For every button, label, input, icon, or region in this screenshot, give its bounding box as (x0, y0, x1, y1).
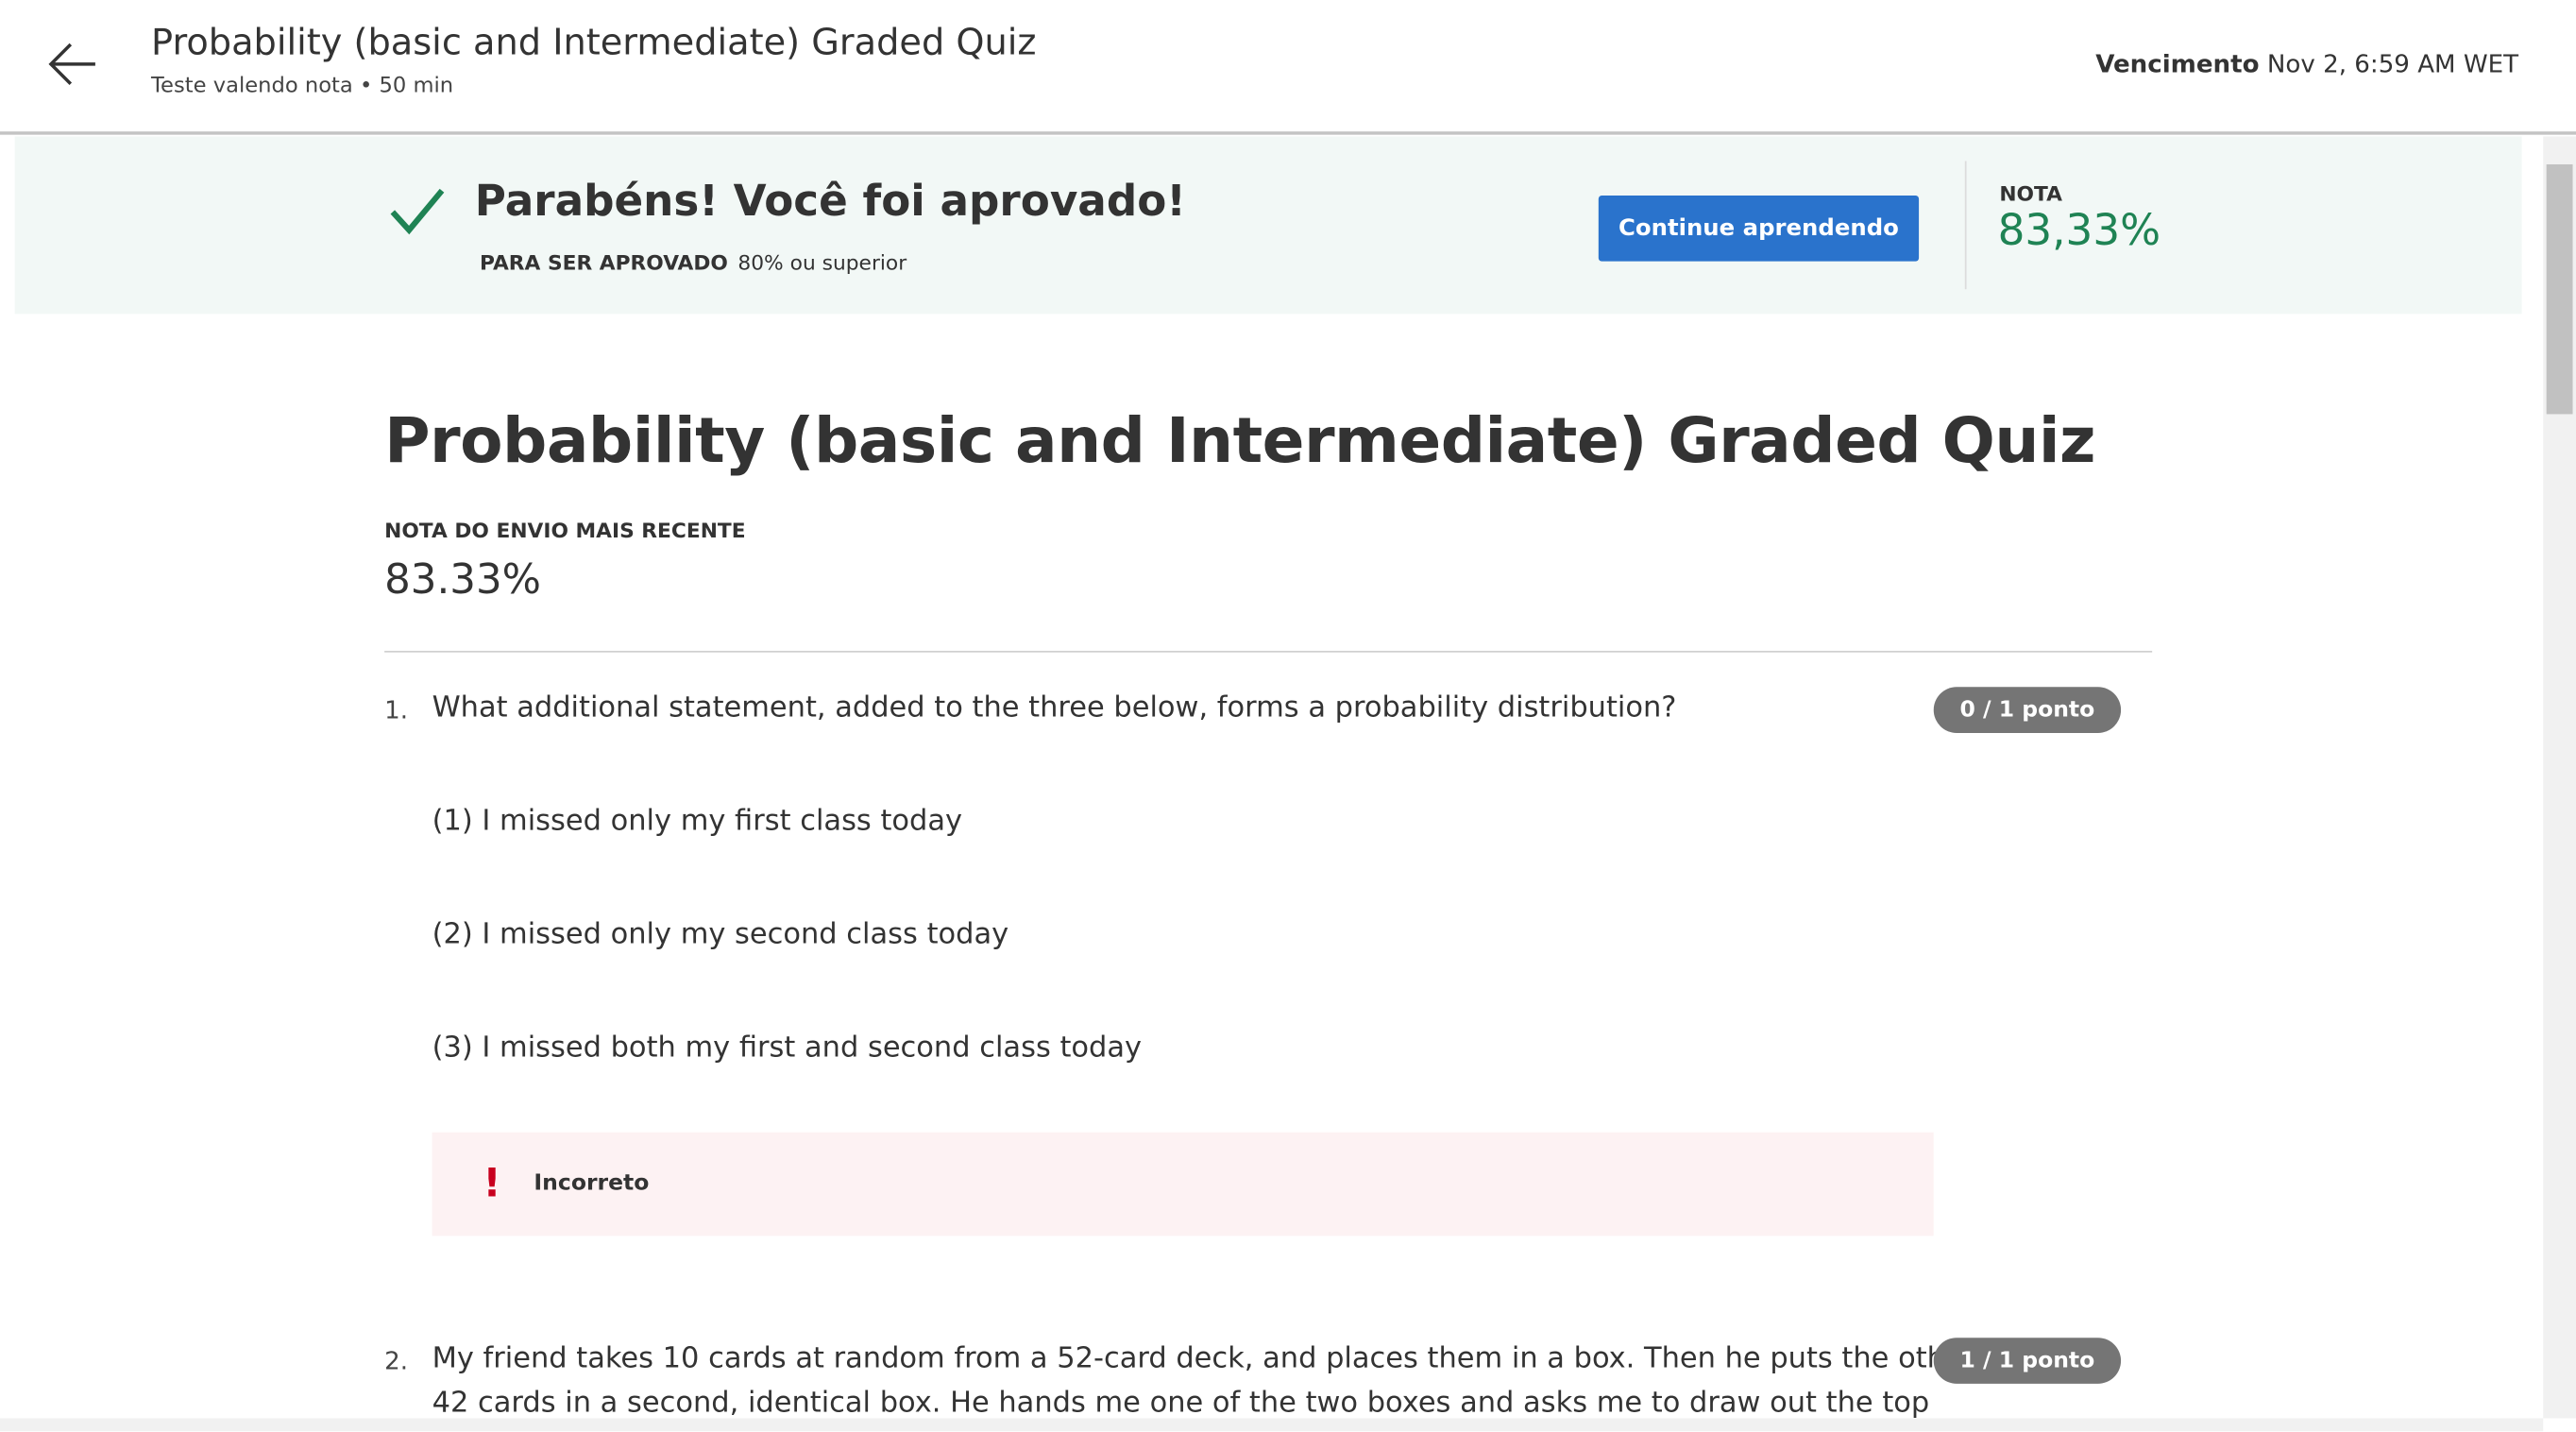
pass-label: PARA SER APROVADO (480, 249, 728, 275)
question-text: 42 cards in a second, identical box. He … (432, 1387, 1930, 1421)
pass-requirement: PARA SER APROVADO 80% ou superior (480, 249, 907, 274)
scrollbar-thumb[interactable] (2546, 163, 2573, 415)
grade-label: NOTA (1999, 180, 2063, 206)
question-number: 2. (384, 1345, 409, 1376)
continue-learning-button[interactable]: Continue aprendendo (1598, 196, 1920, 262)
header-title: Probability (basic and Intermediate) Gra… (151, 23, 1037, 64)
top-header: Probability (basic and Intermediate) Gra… (0, 0, 2576, 135)
header-subtitle: Teste valendo nota • 50 min (151, 74, 454, 99)
score-badge: 1 / 1 ponto (1933, 1338, 2122, 1384)
checkmark-icon (390, 188, 445, 235)
recent-grade-label: NOTA DO ENVIO MAIS RECENTE (384, 518, 746, 543)
statement: (1) I missed only my first class today (432, 805, 963, 839)
question-text: What additional statement, added to the … (432, 691, 1677, 725)
congrats-message: Parabéns! Você foi aprovado! (474, 177, 1186, 228)
divider (1964, 161, 1967, 290)
divider (384, 650, 2153, 653)
recent-grade-value: 83.33% (384, 555, 541, 604)
due-date: Vencimento Nov 2, 6:59 AM WET (2095, 49, 2518, 78)
arrow-left-icon[interactable] (46, 40, 99, 89)
pass-value: 80% ou superior (737, 249, 907, 275)
horizontal-scrollbar[interactable] (0, 1418, 2544, 1432)
question-number: 1. (384, 694, 409, 725)
page-title: Probability (basic and Intermediate) Gra… (384, 403, 2096, 477)
exclamation-icon: ! (483, 1160, 501, 1207)
statement: (2) I missed only my second class today (432, 918, 1009, 952)
grade-value: 83,33% (1997, 207, 2161, 257)
statement: (3) I missed both my first and second cl… (432, 1031, 1143, 1065)
due-value: Nov 2, 6:59 AM WET (2266, 49, 2519, 79)
feedback-box (432, 1132, 1934, 1236)
question-text: My friend takes 10 cards at random from … (432, 1342, 1975, 1376)
score-badge: 0 / 1 ponto (1933, 687, 2122, 733)
due-label: Vencimento (2095, 49, 2260, 79)
feedback-text: Incorreto (534, 1169, 650, 1197)
